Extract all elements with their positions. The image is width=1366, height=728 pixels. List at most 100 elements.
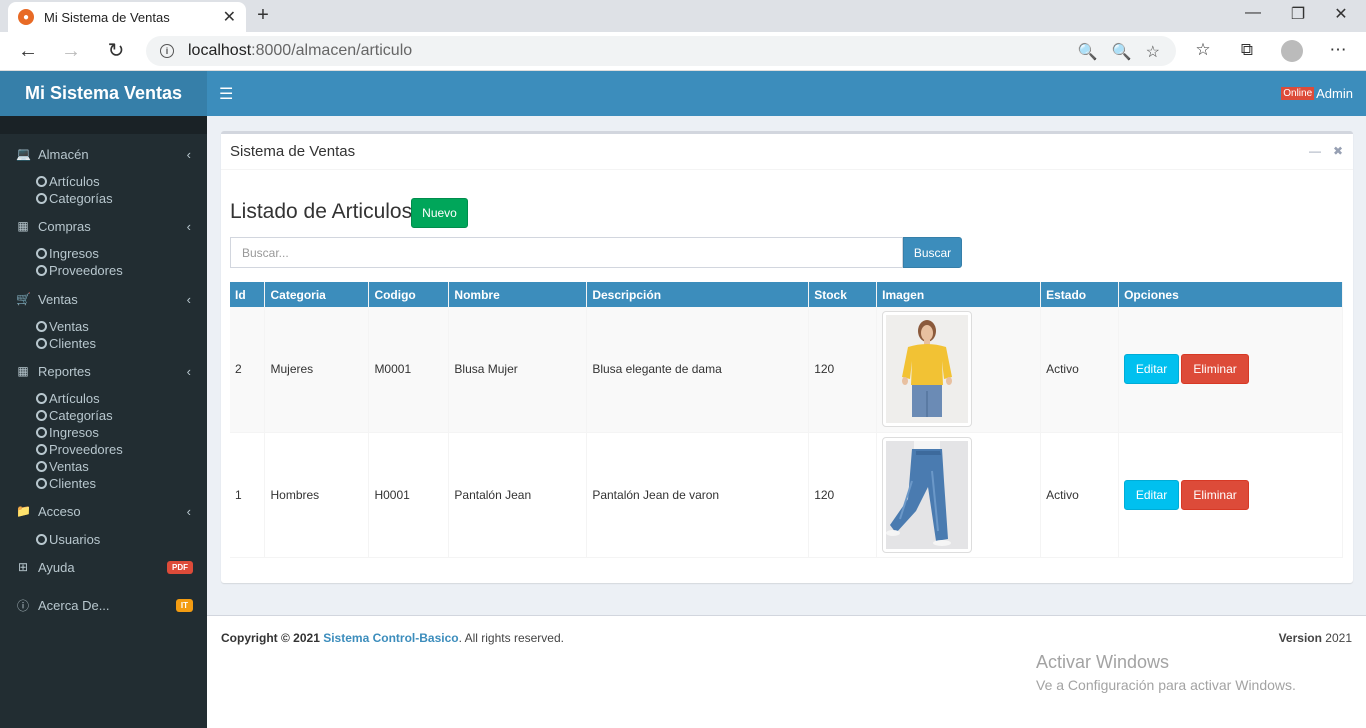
windows-activation-title: Activar Windows [1036,652,1170,672]
address-bar[interactable]: i localhost:8000/almacen/articulo 🔍 🔍 ☆ [146,36,1176,66]
sidebar-item-usuarios[interactable]: Usuarios [36,531,100,548]
edit-button[interactable]: Editar [1124,354,1180,385]
sidebar-section-ventas[interactable]: 🛒 Ventas ‹ [0,288,207,310]
online-badge: Online [1281,87,1315,100]
cell-nombre: Pantalón Jean [448,432,588,558]
circle-icon [36,393,47,404]
info-circle-icon: ⓘ [16,598,29,613]
sidebar-divider [0,116,207,134]
chevron-left-icon: ‹ [186,363,191,379]
product-image-jeans [882,436,973,553]
circle-icon [36,461,47,472]
folder-icon: 📁 [16,504,31,518]
site-info-icon[interactable]: i [160,44,174,58]
column-header[interactable]: Id [230,282,266,307]
sidebar-item-categorias[interactable]: Categorías [36,190,113,207]
collections-icon[interactable]: ⧉ [1234,40,1260,60]
delete-button[interactable]: Eliminar [1181,354,1250,385]
edit-button[interactable]: Editar [1124,479,1180,510]
collapse-icon[interactable]: — [1309,144,1321,158]
page-footer: Copyright © 2021 Sistema Control-Basico.… [207,615,1366,728]
sidebar-item-ingresos[interactable]: Ingresos [36,245,99,262]
circle-icon [36,176,47,187]
new-tab-button[interactable]: + [252,4,274,27]
circle-icon [36,321,47,332]
table-header-row: Id Categoria Codigo Nombre Descripción S… [230,282,1343,307]
sidebar-section-almacen[interactable]: 💻 Almacén ‹ [0,143,207,165]
column-header[interactable]: Estado [1040,282,1120,307]
footer-copyright: Copyright © 2021 Sistema Control-Basico.… [221,631,564,645]
column-header[interactable]: Opciones [1118,282,1343,307]
cell-stock: 120 [808,432,878,558]
browser-tab[interactable]: ● Mi Sistema de Ventas ✕ [8,2,246,32]
cell-opciones: Editar Eliminar [1118,432,1343,558]
sidebar-item-reporte-ingresos[interactable]: Ingresos [36,424,99,441]
cell-estado: Activo [1040,307,1120,433]
remove-icon[interactable]: ✖ [1333,144,1343,158]
circle-icon [36,265,47,276]
circle-icon [36,427,47,438]
plus-square-icon: ⊞ [17,560,29,574]
restore-icon[interactable]: ❐ [1283,4,1313,24]
footer-link[interactable]: Sistema Control-Basico [323,631,458,645]
column-header[interactable]: Categoria [264,282,370,307]
zoom-out-icon[interactable]: 🔍 [1112,42,1132,62]
grid-icon: ▦ [17,364,29,378]
column-header[interactable]: Nombre [448,282,588,307]
tab-close-icon[interactable]: ✕ [223,7,236,27]
refresh-icon[interactable]: ↻ [103,40,129,62]
more-menu-icon[interactable]: ⋯ [1325,40,1351,60]
sidebar-item-ventas[interactable]: Ventas [36,318,89,335]
column-header[interactable]: Codigo [368,282,450,307]
back-icon[interactable]: ← [15,40,41,62]
chevron-left-icon: ‹ [186,146,191,162]
sidebar-item-clientes[interactable]: Clientes [36,335,96,352]
circle-icon [36,478,47,489]
sidebar-toggle-icon[interactable]: ☰ [219,84,233,104]
user-menu[interactable]: Online Admin [1281,86,1353,101]
sidebar-item-ayuda[interactable]: ⊞ Ayuda PDF [0,556,207,578]
cell-opciones: Editar Eliminar [1118,307,1343,433]
sidebar-item-reporte-categorias[interactable]: Categorías [36,407,113,424]
table-row: 1 Hombres H0001 Pantalón Jean Pantalón J… [230,432,1343,558]
cell-codigo: H0001 [368,432,450,558]
cell-categoria: Hombres [264,432,370,558]
search-button[interactable]: Buscar [903,237,962,268]
cart-icon: 🛒 [16,292,31,306]
new-article-button[interactable]: Nuevo [411,198,468,228]
column-header[interactable]: Stock [808,282,878,307]
favorites-list-icon[interactable]: ☆ [1190,40,1216,60]
circle-icon [36,534,47,545]
profile-avatar-icon[interactable] [1281,40,1303,62]
sidebar: 💻 Almacén ‹ Artículos Categorías ▦ Compr… [0,116,207,728]
column-header[interactable]: Imagen [876,282,1042,307]
circle-icon [36,444,47,455]
top-navbar: ☰ Online Admin [207,71,1366,116]
sidebar-item-reporte-proveedores[interactable]: Proveedores [36,441,123,458]
cell-imagen [876,432,1042,558]
content-box: Sistema de Ventas — ✖ Listado de Articul… [221,131,1353,583]
circle-icon [36,338,47,349]
sidebar-section-reportes[interactable]: ▦ Reportes ‹ [0,360,207,382]
site-favicon-icon: ● [18,9,34,25]
minimize-icon[interactable]: — [1238,4,1268,22]
sidebar-item-acerca[interactable]: ⓘ Acerca De... IT [0,594,207,616]
sidebar-item-reporte-ventas[interactable]: Ventas [36,458,89,475]
sidebar-item-reporte-clientes[interactable]: Clientes [36,475,96,492]
window-close-icon[interactable]: ✕ [1326,4,1356,24]
app-logo[interactable]: Mi Sistema Ventas [0,71,207,116]
cell-categoria: Mujeres [264,307,370,433]
pdf-badge: PDF [167,560,193,574]
box-header: Sistema de Ventas — ✖ [221,134,1353,170]
search-input[interactable]: Buscar... [230,237,903,268]
delete-button[interactable]: Eliminar [1181,479,1250,510]
sidebar-section-acceso[interactable]: 📁 Acceso ‹ [0,500,207,522]
sidebar-item-proveedores[interactable]: Proveedores [36,262,123,279]
sidebar-item-articulos[interactable]: Artículos [36,173,100,190]
zoom-in-icon[interactable]: 🔍 [1078,42,1098,62]
forward-icon[interactable]: → [58,40,84,62]
sidebar-item-reporte-articulos[interactable]: Artículos [36,390,100,407]
sidebar-section-compras[interactable]: ▦ Compras ‹ [0,215,207,237]
favorite-star-icon[interactable]: ☆ [1146,42,1160,62]
column-header[interactable]: Descripción [586,282,810,307]
